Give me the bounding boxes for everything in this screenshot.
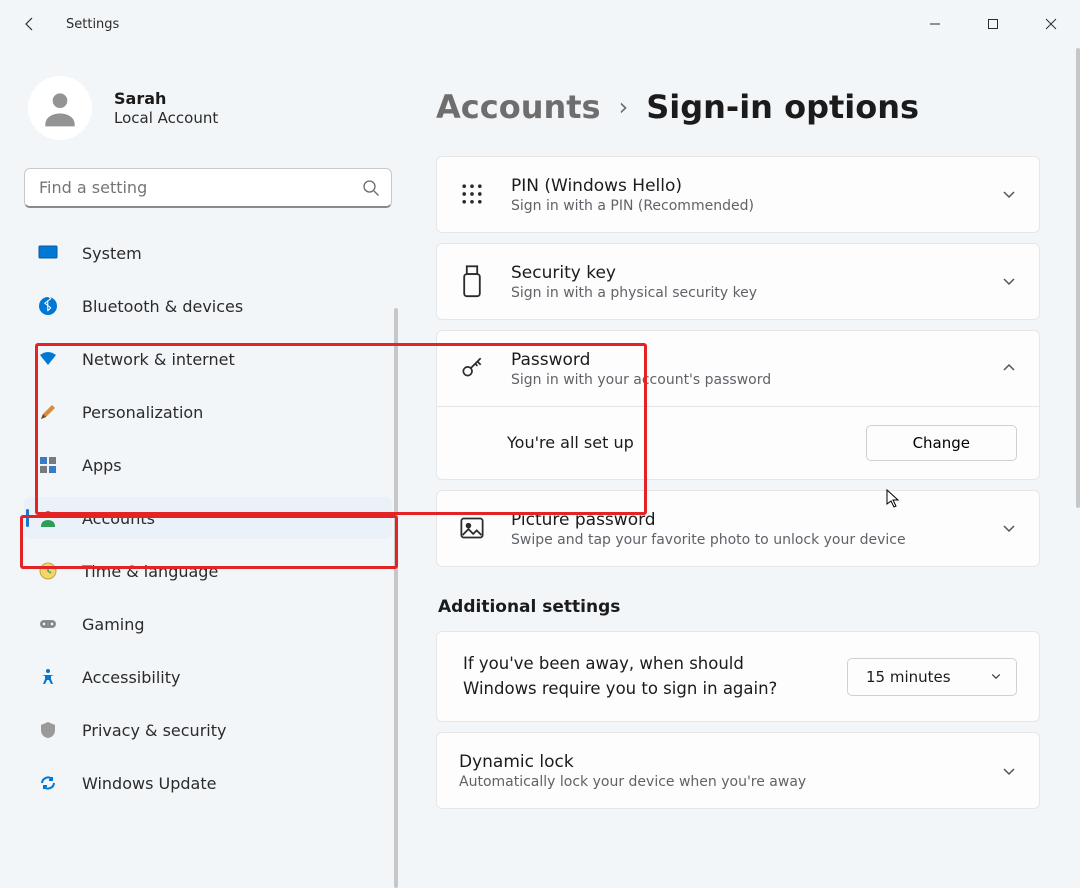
card-sub: Automatically lock your device when you'… bbox=[459, 774, 975, 790]
sidebar-item-label: Personalization bbox=[82, 403, 203, 422]
chevron-down-icon bbox=[1001, 186, 1017, 202]
brush-icon bbox=[38, 402, 58, 422]
sidebar-item-system[interactable]: System bbox=[24, 232, 392, 274]
sidebar-item-bluetooth[interactable]: Bluetooth & devices bbox=[24, 285, 392, 327]
breadcrumb: Accounts › Sign-in options bbox=[436, 88, 1040, 126]
chevron-right-icon: › bbox=[619, 93, 629, 121]
card-title: Password bbox=[511, 349, 975, 372]
card-sub: Sign in with a physical security key bbox=[511, 285, 975, 301]
card-pin-header[interactable]: PIN (Windows Hello) Sign in with a PIN (… bbox=[437, 157, 1039, 232]
sidebar-item-time[interactable]: Time & language bbox=[24, 550, 392, 592]
sidebar-item-label: Gaming bbox=[82, 615, 145, 634]
card-password: Password Sign in with your account's pas… bbox=[436, 330, 1040, 480]
sidebar-item-label: Network & internet bbox=[82, 350, 235, 369]
card-title: PIN (Windows Hello) bbox=[511, 175, 975, 198]
chevron-up-icon bbox=[1001, 360, 1017, 376]
card-dynamic-lock: Dynamic lock Automatically lock your dev… bbox=[436, 732, 1040, 809]
sidebar-item-apps[interactable]: Apps bbox=[24, 444, 392, 486]
app-title: Settings bbox=[66, 17, 119, 32]
sidebar: Sarah Local Account System Bluetooth bbox=[0, 48, 398, 853]
key-icon bbox=[459, 355, 485, 381]
sidebar-item-accessibility[interactable]: Accessibility bbox=[24, 656, 392, 698]
bluetooth-icon bbox=[38, 296, 58, 316]
card-pin: PIN (Windows Hello) Sign in with a PIN (… bbox=[436, 156, 1040, 233]
close-button[interactable] bbox=[1022, 0, 1080, 48]
titlebar: Settings bbox=[0, 0, 1080, 48]
chevron-down-icon bbox=[1001, 520, 1017, 536]
search-icon bbox=[362, 179, 380, 197]
nav-list: System Bluetooth & devices Network & int… bbox=[24, 232, 398, 815]
card-dynamic-lock-header[interactable]: Dynamic lock Automatically lock your dev… bbox=[437, 733, 1039, 808]
maximize-button[interactable] bbox=[964, 0, 1022, 48]
page-title: Sign-in options bbox=[646, 88, 919, 126]
card-sub: Swipe and tap your favorite photo to unl… bbox=[511, 532, 975, 548]
gamepad-icon bbox=[38, 614, 58, 634]
chevron-down-icon bbox=[990, 668, 1002, 686]
sidebar-item-label: Accessibility bbox=[82, 668, 180, 687]
sidebar-item-label: System bbox=[82, 244, 142, 263]
timeout-dropdown[interactable]: 15 minutes bbox=[847, 658, 1017, 696]
picture-icon bbox=[459, 515, 485, 541]
sidebar-item-label: Windows Update bbox=[82, 774, 216, 793]
chevron-down-icon bbox=[1001, 273, 1017, 289]
sidebar-item-label: Time & language bbox=[82, 562, 218, 581]
person-icon bbox=[38, 508, 58, 528]
sidebar-item-label: Accounts bbox=[82, 509, 155, 528]
usb-key-icon bbox=[459, 268, 485, 294]
clock-icon bbox=[38, 561, 58, 581]
sidebar-item-privacy[interactable]: Privacy & security bbox=[24, 709, 392, 751]
sidebar-item-network[interactable]: Network & internet bbox=[24, 338, 392, 380]
sidebar-item-label: Apps bbox=[82, 456, 122, 475]
card-sub: Sign in with a PIN (Recommended) bbox=[511, 198, 975, 214]
search-wrap bbox=[24, 168, 392, 208]
section-title-additional: Additional settings bbox=[438, 597, 1040, 617]
update-icon bbox=[38, 773, 58, 793]
avatar bbox=[28, 76, 92, 140]
sidebar-item-gaming[interactable]: Gaming bbox=[24, 603, 392, 645]
dropdown-value: 15 minutes bbox=[866, 668, 951, 686]
search-input[interactable] bbox=[24, 168, 392, 208]
main-content: Accounts › Sign-in options PIN (Windows … bbox=[398, 48, 1080, 853]
sidebar-item-label: Privacy & security bbox=[82, 721, 226, 740]
card-security-key: Security key Sign in with a physical sec… bbox=[436, 243, 1040, 320]
card-title: Dynamic lock bbox=[459, 751, 975, 774]
system-icon bbox=[38, 243, 58, 263]
main-scrollbar[interactable] bbox=[1076, 48, 1080, 508]
accessibility-icon bbox=[38, 667, 58, 687]
card-picture-password: Picture password Swipe and tap your favo… bbox=[436, 490, 1040, 567]
card-sub: Sign in with your account's password bbox=[511, 372, 975, 388]
profile-sub: Local Account bbox=[114, 109, 218, 127]
apps-icon bbox=[38, 455, 58, 475]
card-security-key-header[interactable]: Security key Sign in with a physical sec… bbox=[437, 244, 1039, 319]
sidebar-item-label: Bluetooth & devices bbox=[82, 297, 243, 316]
card-password-header[interactable]: Password Sign in with your account's pas… bbox=[437, 331, 1039, 407]
card-title: Picture password bbox=[511, 509, 975, 532]
shield-icon bbox=[38, 720, 58, 740]
breadcrumb-parent[interactable]: Accounts bbox=[436, 88, 601, 126]
profile-block[interactable]: Sarah Local Account bbox=[24, 76, 398, 140]
card-title: Security key bbox=[511, 262, 975, 285]
change-button[interactable]: Change bbox=[866, 425, 1017, 461]
titlebar-left: Settings bbox=[22, 16, 119, 32]
sidebar-item-update[interactable]: Windows Update bbox=[24, 762, 392, 804]
back-button[interactable] bbox=[22, 16, 38, 32]
card-signin-timeout: If you've been away, when should Windows… bbox=[436, 631, 1040, 723]
window-controls bbox=[906, 0, 1080, 48]
timeout-question: If you've been away, when should Windows… bbox=[463, 652, 783, 702]
wifi-icon bbox=[38, 349, 58, 369]
sidebar-item-accounts[interactable]: Accounts bbox=[24, 497, 392, 539]
profile-name: Sarah bbox=[114, 89, 218, 110]
minimize-button[interactable] bbox=[906, 0, 964, 48]
keypad-icon bbox=[459, 181, 485, 207]
chevron-down-icon bbox=[1001, 763, 1017, 779]
card-picture-password-header[interactable]: Picture password Swipe and tap your favo… bbox=[437, 491, 1039, 566]
password-status: You're all set up bbox=[507, 433, 634, 452]
sidebar-item-personalization[interactable]: Personalization bbox=[24, 391, 392, 433]
card-password-body: You're all set up Change bbox=[437, 407, 1039, 479]
